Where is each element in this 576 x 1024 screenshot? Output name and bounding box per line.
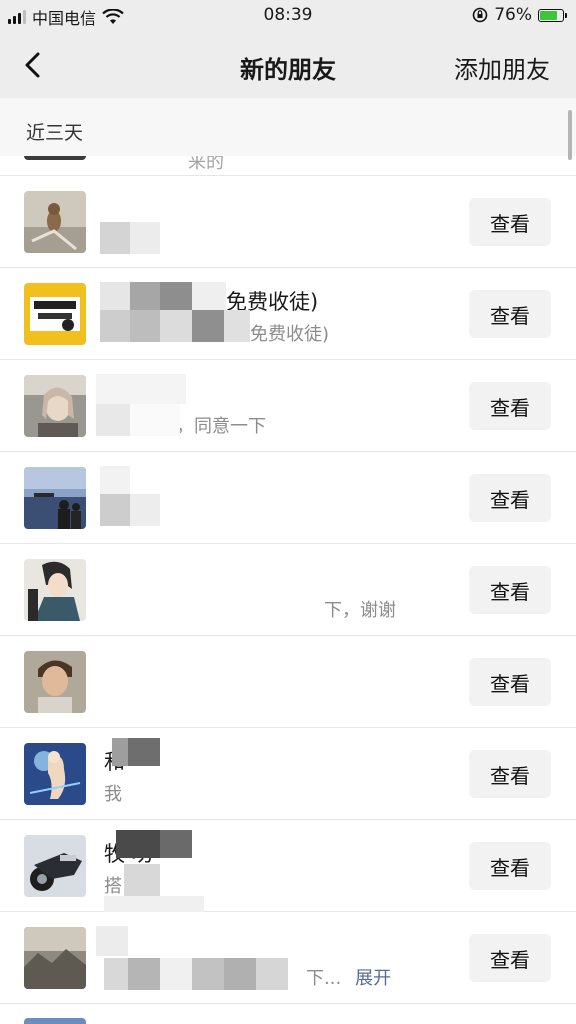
privacy-blur (160, 310, 192, 342)
new-friends-screen: 中国电信 08:39 76% 新的朋友 添加朋友 近三天 来的 查看 免费收徒)… (0, 0, 576, 1024)
view-button[interactable]: 查看 (469, 842, 551, 890)
list-item[interactable]: 和 我 查看 (0, 728, 576, 820)
request-message: ，同意一下 (176, 416, 266, 437)
privacy-blur (130, 310, 160, 342)
rotation-lock-icon (472, 7, 488, 23)
privacy-blur (160, 830, 192, 858)
expand-link[interactable]: 展开 (355, 968, 391, 989)
privacy-blur (116, 830, 160, 858)
avatar (24, 375, 86, 437)
list-item[interactable] (0, 1004, 576, 1024)
avatar (24, 191, 86, 253)
privacy-blur (104, 958, 128, 990)
view-button[interactable]: 查看 (469, 566, 551, 614)
avatar (24, 1018, 86, 1024)
privacy-blur (192, 282, 226, 310)
battery-percent: 76% (494, 5, 532, 25)
privacy-blur (112, 738, 128, 766)
privacy-blur (100, 310, 130, 342)
privacy-blur (224, 958, 256, 990)
avatar (24, 559, 86, 621)
list-item[interactable]: 牧 功 搭 查看 (0, 820, 576, 912)
request-message: 来的 (188, 156, 224, 173)
view-button[interactable]: 查看 (469, 382, 551, 430)
privacy-blur (104, 896, 204, 912)
privacy-blur (100, 494, 130, 526)
privacy-blur (128, 738, 160, 766)
privacy-blur (124, 864, 160, 896)
privacy-blur (224, 310, 250, 342)
privacy-blur (96, 374, 186, 404)
view-button[interactable]: 查看 (469, 474, 551, 522)
privacy-blur (96, 558, 246, 620)
list-item[interactable]: 查看 (0, 636, 576, 728)
request-message: 搭 (104, 876, 122, 897)
section-header: 近三天 (0, 98, 576, 156)
nav-bar: 新的朋友 添加朋友 (0, 32, 576, 98)
privacy-blur (100, 282, 130, 310)
battery-icon (538, 8, 567, 22)
privacy-blur (130, 222, 160, 254)
request-message-text: 下... (306, 968, 342, 989)
list-item[interactable]: ，同意一下 查看 (0, 360, 576, 452)
privacy-blur (256, 958, 288, 990)
privacy-blur (160, 282, 192, 310)
privacy-blur (100, 466, 130, 494)
view-button[interactable]: 查看 (469, 658, 551, 706)
view-button[interactable]: 查看 (469, 750, 551, 798)
privacy-blur (130, 282, 160, 310)
status-bar: 中国电信 08:39 76% (0, 0, 576, 32)
avatar (24, 835, 86, 897)
partial-list-item[interactable]: 来的 (0, 156, 576, 176)
privacy-blur (160, 958, 192, 990)
view-button[interactable]: 查看 (469, 198, 551, 246)
request-message: 我 (104, 784, 122, 805)
privacy-blur (128, 958, 160, 990)
privacy-blur (130, 404, 180, 436)
add-friends-button[interactable]: 添加朋友 (454, 50, 550, 85)
avatar (24, 927, 86, 989)
list-item[interactable]: 下，谢谢 查看 (0, 544, 576, 636)
list-item[interactable]: 免费收徒) 免费收徒) 查看 (0, 268, 576, 360)
avatar (24, 743, 86, 805)
privacy-blur (100, 222, 130, 254)
view-button[interactable]: 查看 (469, 290, 551, 338)
list-item[interactable]: 查看 (0, 452, 576, 544)
avatar (24, 467, 86, 529)
privacy-blur (130, 494, 160, 526)
status-right: 76% (472, 5, 567, 25)
privacy-blur (192, 310, 224, 342)
request-message: 下... 展开 (306, 964, 391, 990)
privacy-blur (192, 958, 224, 990)
list-item[interactable]: 下... 展开 查看 (0, 912, 576, 1004)
privacy-blur (96, 404, 130, 436)
privacy-blur (96, 926, 128, 956)
avatar (24, 156, 86, 160)
scrollbar[interactable] (568, 110, 572, 160)
avatar (24, 651, 86, 713)
request-message: 下，谢谢 (324, 600, 396, 621)
battery-fill (540, 10, 557, 20)
view-button[interactable]: 查看 (469, 934, 551, 982)
avatar (24, 283, 86, 345)
request-message: 免费收徒) (250, 324, 330, 345)
top-bar: 中国电信 08:39 76% 新的朋友 添加朋友 (0, 0, 576, 98)
list-item[interactable]: 查看 (0, 176, 576, 268)
friend-request-list: 查看 免费收徒) 免费收徒) 查看 ，同意一下 查看 查看 下，谢谢 查看 查看… (0, 176, 576, 1024)
